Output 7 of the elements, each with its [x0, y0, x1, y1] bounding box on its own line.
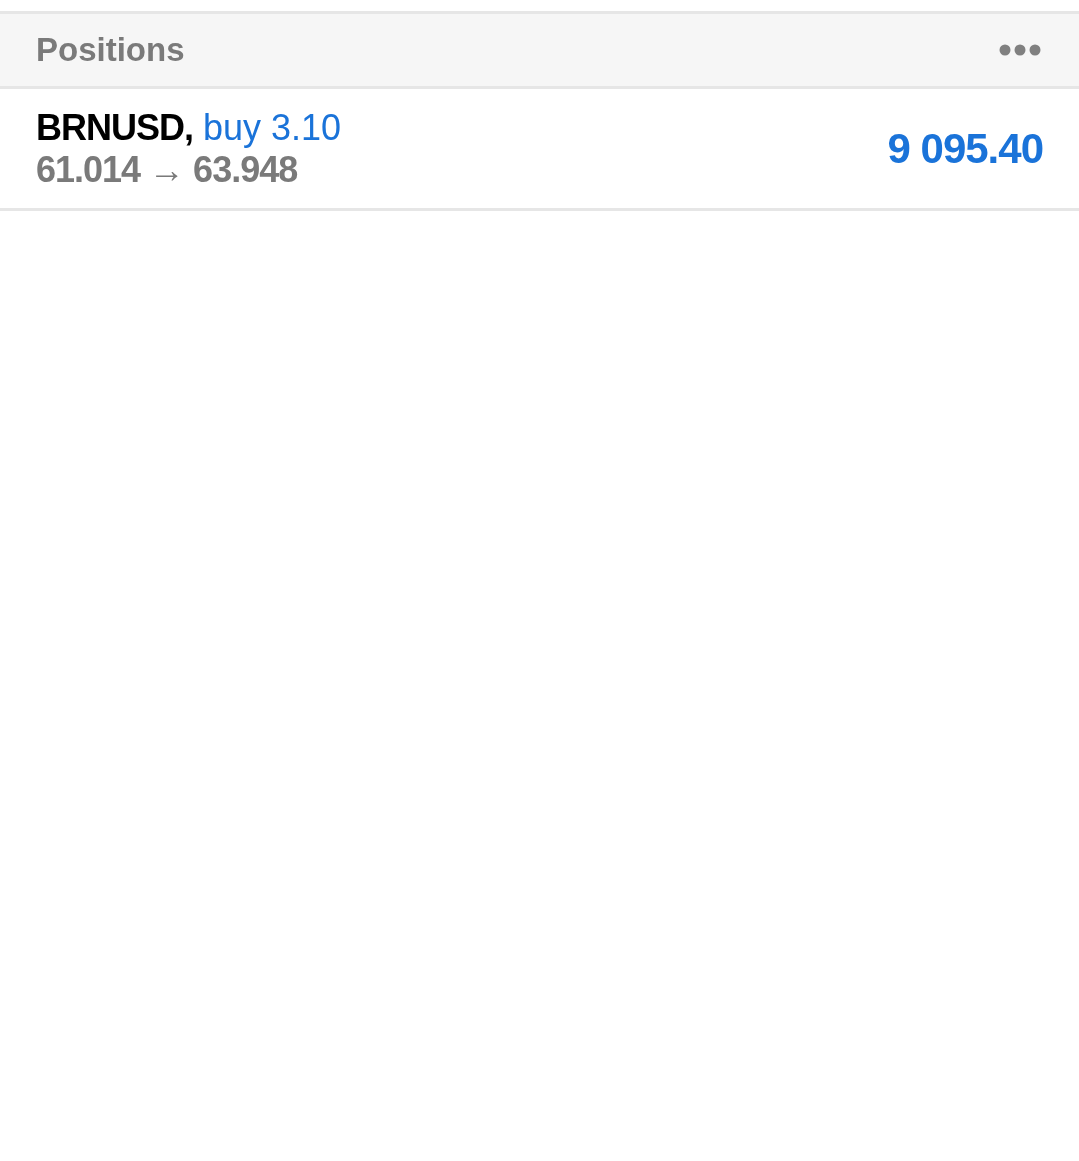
- symbol-label: BRNUSD,: [36, 107, 193, 148]
- price-range: 61.014 → 63.948: [36, 149, 299, 190]
- profit-value: 9 095.40: [887, 124, 1043, 173]
- more-icon[interactable]: [999, 44, 1041, 56]
- order-label: buy 3.10: [203, 107, 342, 148]
- panel-title: Positions: [36, 31, 185, 69]
- position-row[interactable]: BRNUSD, buy 3.10 61.014 → 63.948 9 095.40: [0, 89, 1079, 211]
